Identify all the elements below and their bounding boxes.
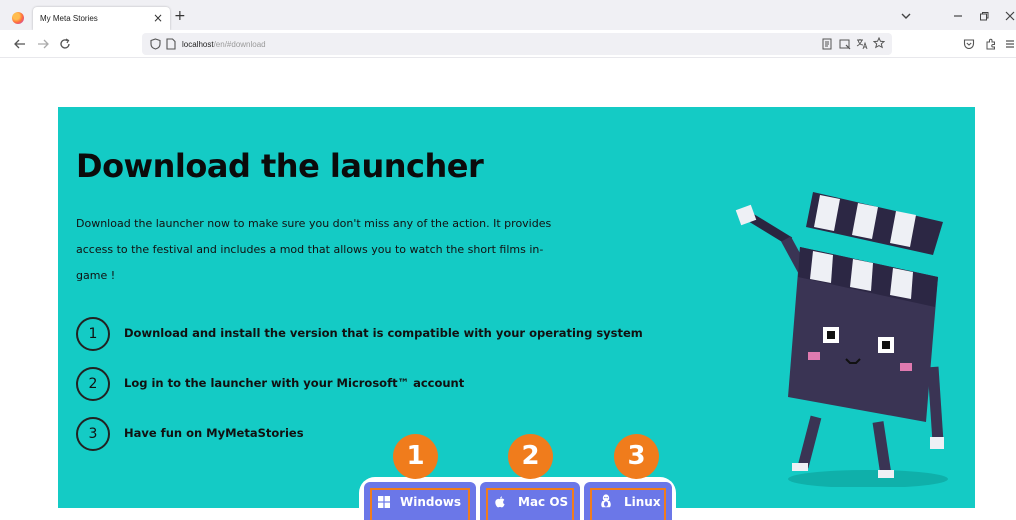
- minimize-icon[interactable]: [952, 10, 964, 22]
- hamburger-menu-icon[interactable]: [1005, 39, 1015, 49]
- page-title: Download the launcher: [76, 147, 484, 185]
- linux-label: Linux: [624, 495, 661, 509]
- callout-badge-2: 2: [508, 434, 553, 479]
- extensions-icon[interactable]: [985, 38, 997, 50]
- new-tab-icon[interactable]: +: [174, 9, 186, 23]
- navigation-toolbar: localhost/en/#download: [0, 30, 1016, 58]
- url-path: /en/#download: [213, 40, 266, 49]
- macos-label: Mac OS: [518, 495, 569, 509]
- pocket-icon[interactable]: [963, 38, 975, 50]
- windows-icon: [378, 496, 390, 508]
- apple-icon: [495, 496, 505, 508]
- tab-bar: My Meta Stories × +: [0, 0, 1016, 30]
- windows-download-button[interactable]: Windows: [364, 482, 476, 520]
- url-host: localhost: [182, 40, 214, 49]
- windows-label: Windows: [400, 495, 461, 509]
- list-all-tabs-chevron-icon[interactable]: [900, 10, 912, 22]
- firefox-logo-icon[interactable]: [12, 12, 24, 24]
- reload-icon[interactable]: [59, 38, 71, 50]
- step-text: Download and install the version that is…: [124, 326, 643, 340]
- restore-icon[interactable]: [978, 10, 990, 22]
- forward-arrow-icon[interactable]: [37, 39, 49, 49]
- linux-download-button[interactable]: Linux: [584, 482, 672, 520]
- back-arrow-icon[interactable]: [14, 39, 26, 49]
- callout-badge-1: 1: [393, 434, 438, 479]
- clapperboard-mascot-illustration: [735, 192, 948, 487]
- step-text: Log in to the launcher with your Microso…: [124, 376, 465, 390]
- step-number: 1: [76, 317, 110, 351]
- macos-download-button[interactable]: Mac OS: [480, 482, 580, 520]
- screenshot-icon[interactable]: [839, 38, 851, 50]
- tab-close-icon[interactable]: ×: [153, 11, 163, 25]
- bookmark-star-icon[interactable]: [873, 37, 885, 49]
- step-text: Have fun on MyMetaStories: [124, 426, 304, 440]
- tracking-shield-icon[interactable]: [150, 38, 161, 50]
- step-number: 2: [76, 367, 110, 401]
- close-window-icon[interactable]: [1004, 10, 1016, 22]
- tab-title: My Meta Stories: [40, 14, 98, 23]
- hero-description: Download the launcher now to make sure y…: [76, 217, 552, 282]
- url-bar[interactable]: localhost/en/#download: [142, 33, 892, 55]
- translate-icon[interactable]: [856, 38, 868, 50]
- url-text: localhost/en/#download: [182, 40, 266, 49]
- step-number: 3: [76, 417, 110, 451]
- page-info-icon[interactable]: [166, 38, 176, 50]
- linux-icon: [601, 494, 611, 508]
- reader-view-icon[interactable]: [822, 38, 832, 50]
- callout-badge-3: 3: [614, 434, 659, 479]
- browser-tab[interactable]: My Meta Stories ×: [33, 7, 170, 30]
